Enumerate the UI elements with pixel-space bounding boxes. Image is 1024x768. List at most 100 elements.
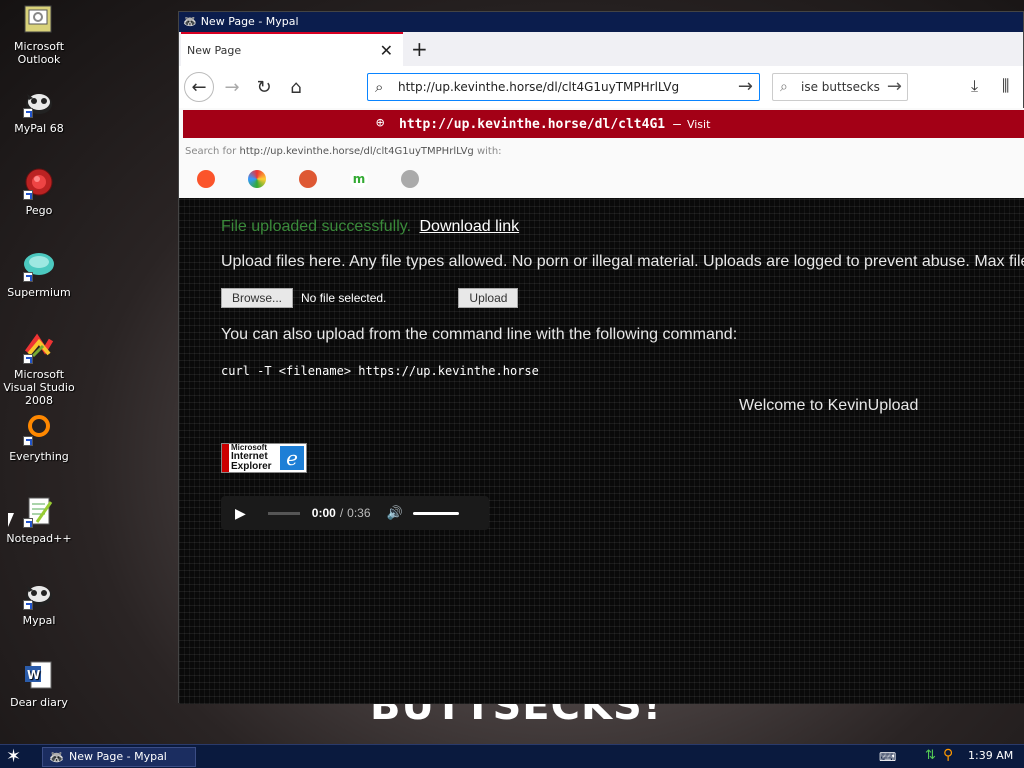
tab-strip: New Page ✕ + bbox=[179, 32, 1023, 66]
browse-button[interactable]: Browse... bbox=[221, 288, 294, 308]
everything-icon bbox=[23, 414, 55, 446]
search-tray-icon[interactable]: ⚲ bbox=[943, 747, 953, 763]
volume-icon[interactable]: 🔊 bbox=[387, 505, 403, 521]
taskbar: ✶ 🦝 New Page - Mypal ⌨ ⇅ ⚲ 1:39 AM bbox=[0, 744, 1024, 768]
keyboard-icon[interactable]: ⌨ bbox=[879, 750, 896, 764]
notepadpp-icon bbox=[23, 496, 55, 528]
qwant-search-icon[interactable] bbox=[248, 170, 266, 188]
desktop-icon-label: Microsoft Outlook bbox=[13, 40, 65, 66]
welcome-text: Welcome to KevinUpload bbox=[739, 397, 919, 414]
current-time: 0:00 bbox=[311, 506, 336, 520]
new-tab-icon[interactable]: + bbox=[411, 37, 428, 61]
navigation-toolbar: ← → ↻ ⌂ ⌕ http://up.kevinthe.horse/dl/cl… bbox=[179, 66, 1023, 106]
brave-search-icon[interactable] bbox=[197, 170, 215, 188]
library-icon[interactable]: ⫼ bbox=[1002, 76, 1009, 96]
go-arrow-icon[interactable]: → bbox=[738, 76, 753, 97]
search-input[interactable]: ⌕ ise buttsecks → bbox=[772, 73, 908, 101]
start-button[interactable]: ✶ bbox=[6, 746, 21, 767]
url-input[interactable]: ⌕ http://up.kevinthe.horse/dl/clt4G1uyTM… bbox=[367, 73, 760, 101]
search-for-url: http://up.kevinthe.horse/dl/clt4G1uyTMPH… bbox=[239, 146, 474, 157]
search-text: ise buttsecks bbox=[801, 80, 880, 94]
visual-studio-icon bbox=[23, 332, 55, 364]
desktop-icon-outlook[interactable]: Microsoft Outlook bbox=[0, 4, 78, 66]
upload-button[interactable]: Upload bbox=[458, 288, 519, 308]
desktop-icon-label: Microsoft Visual Studio 2008 bbox=[3, 368, 75, 407]
visit-url: http://up.kevinthe.horse/dl/clt4G1 bbox=[399, 116, 666, 132]
visit-label: Visit bbox=[686, 117, 711, 131]
duration: 0:36 bbox=[347, 506, 371, 520]
url-text: http://up.kevinthe.horse/dl/clt4G1uyTMPH… bbox=[398, 80, 680, 94]
back-arrow-icon: ← bbox=[191, 76, 207, 98]
close-tab-icon[interactable]: ✕ bbox=[380, 41, 393, 60]
mojeek-search-icon[interactable]: m bbox=[350, 170, 368, 188]
search-icon: ⌕ bbox=[780, 79, 788, 95]
internet-explorer-badge[interactable]: Microsoft Internet Explorer e bbox=[221, 443, 307, 473]
home-button[interactable]: ⌂ bbox=[281, 72, 311, 102]
desktop-icon-supermium[interactable]: Supermium bbox=[0, 250, 78, 299]
badge-line3: Explorer bbox=[231, 461, 272, 472]
desktop-icon-mypal-68[interactable]: MyPal 68 bbox=[0, 86, 78, 135]
desktop-icon-dear-diary[interactable]: W Dear diary bbox=[0, 660, 78, 709]
success-text: File uploaded successfully. bbox=[221, 218, 412, 235]
tab-label: New Page bbox=[187, 43, 242, 57]
mouse-cursor bbox=[8, 513, 14, 527]
play-icon[interactable]: ▶ bbox=[235, 505, 246, 522]
download-icon[interactable]: ⤓ bbox=[971, 76, 978, 96]
page-content: File uploaded successfully. Download lin… bbox=[179, 198, 1024, 704]
pego-icon bbox=[23, 168, 55, 200]
forward-arrow-icon: → bbox=[224, 76, 240, 98]
desktop-icon-label: Everything bbox=[9, 450, 69, 463]
supermium-icon bbox=[23, 250, 55, 282]
badge-text: Microsoft Internet Explorer bbox=[231, 444, 272, 472]
forward-button[interactable]: → bbox=[217, 72, 247, 102]
visit-dash: — bbox=[673, 116, 681, 132]
desktop-icon-label: Dear diary bbox=[10, 696, 68, 709]
search-go-icon[interactable]: → bbox=[887, 76, 902, 97]
home-icon: ⌂ bbox=[290, 76, 302, 98]
desktop-icon-label: Supermium bbox=[7, 286, 71, 299]
outlook-icon bbox=[23, 4, 55, 36]
reload-icon: ↻ bbox=[256, 76, 272, 98]
seek-slider[interactable] bbox=[267, 511, 300, 515]
clock[interactable]: 1:39 AM bbox=[968, 749, 1013, 762]
tab-new-page[interactable]: New Page ✕ bbox=[181, 32, 403, 66]
desktop-icon-label: Pego bbox=[25, 204, 53, 217]
desktop-icon-label: Notepad++ bbox=[6, 532, 72, 545]
back-button[interactable]: ← bbox=[184, 72, 214, 102]
window-title: New Page - Mypal bbox=[200, 15, 299, 28]
internet-explorer-icon: e bbox=[280, 446, 304, 470]
reload-button[interactable]: ↻ bbox=[249, 72, 279, 102]
upload-success-message: File uploaded successfully. Download lin… bbox=[221, 218, 519, 236]
url-dropdown: ⊕ http://up.kevinthe.horse/dl/clt4G1 — V… bbox=[179, 108, 1024, 198]
duckduckgo-search-icon[interactable] bbox=[299, 170, 317, 188]
search-icon: ⌕ bbox=[375, 78, 384, 96]
desktop-icon-visual-studio[interactable]: Microsoft Visual Studio 2008 bbox=[0, 332, 78, 407]
no-file-text: No file selected. bbox=[301, 291, 387, 305]
desktop-icon-everything[interactable]: Everything bbox=[0, 414, 78, 463]
volume-slider[interactable] bbox=[412, 511, 459, 515]
visit-suggestion[interactable]: ⊕ http://up.kevinthe.horse/dl/clt4G1 — V… bbox=[183, 110, 1024, 138]
audio-player[interactable]: ▶ 0:00 / 0:36 🔊 bbox=[221, 496, 489, 530]
time-separator: / bbox=[339, 506, 344, 520]
badge-bar bbox=[222, 444, 229, 472]
upload-instructions: Upload files here. Any file types allowe… bbox=[221, 253, 1024, 270]
desktop-icon-label: Mypal bbox=[22, 614, 56, 627]
curl-command: curl -T <filename> https://up.kevinthe.h… bbox=[221, 364, 539, 378]
globe-icon: ⊕ bbox=[376, 115, 385, 131]
mypal-icon: 🦝 bbox=[49, 750, 64, 764]
search-engines: m bbox=[197, 170, 452, 188]
mypal-icon bbox=[23, 86, 55, 118]
search-for-prefix: Search for bbox=[185, 146, 237, 157]
download-link[interactable]: Download link bbox=[419, 218, 519, 235]
search-engine-icon[interactable] bbox=[401, 170, 419, 188]
network-icon[interactable]: ⇅ bbox=[925, 748, 936, 763]
search-for-suffix: with: bbox=[476, 146, 502, 157]
command-line-text: You can also upload from the command lin… bbox=[221, 326, 738, 343]
desktop-icon-mypal[interactable]: Mypal bbox=[0, 578, 78, 627]
taskbar-item-mypal[interactable]: 🦝 New Page - Mypal bbox=[42, 747, 196, 767]
browser-window[interactable]: 🦝 New Page - Mypal New Page ✕ + ← → ↻ ⌂ … bbox=[178, 11, 1024, 704]
desktop-icon-label: MyPal 68 bbox=[14, 122, 64, 135]
svg-text:W: W bbox=[27, 668, 40, 682]
window-titlebar[interactable]: 🦝 New Page - Mypal bbox=[179, 12, 1023, 32]
desktop-icon-pego[interactable]: Pego bbox=[0, 168, 78, 217]
